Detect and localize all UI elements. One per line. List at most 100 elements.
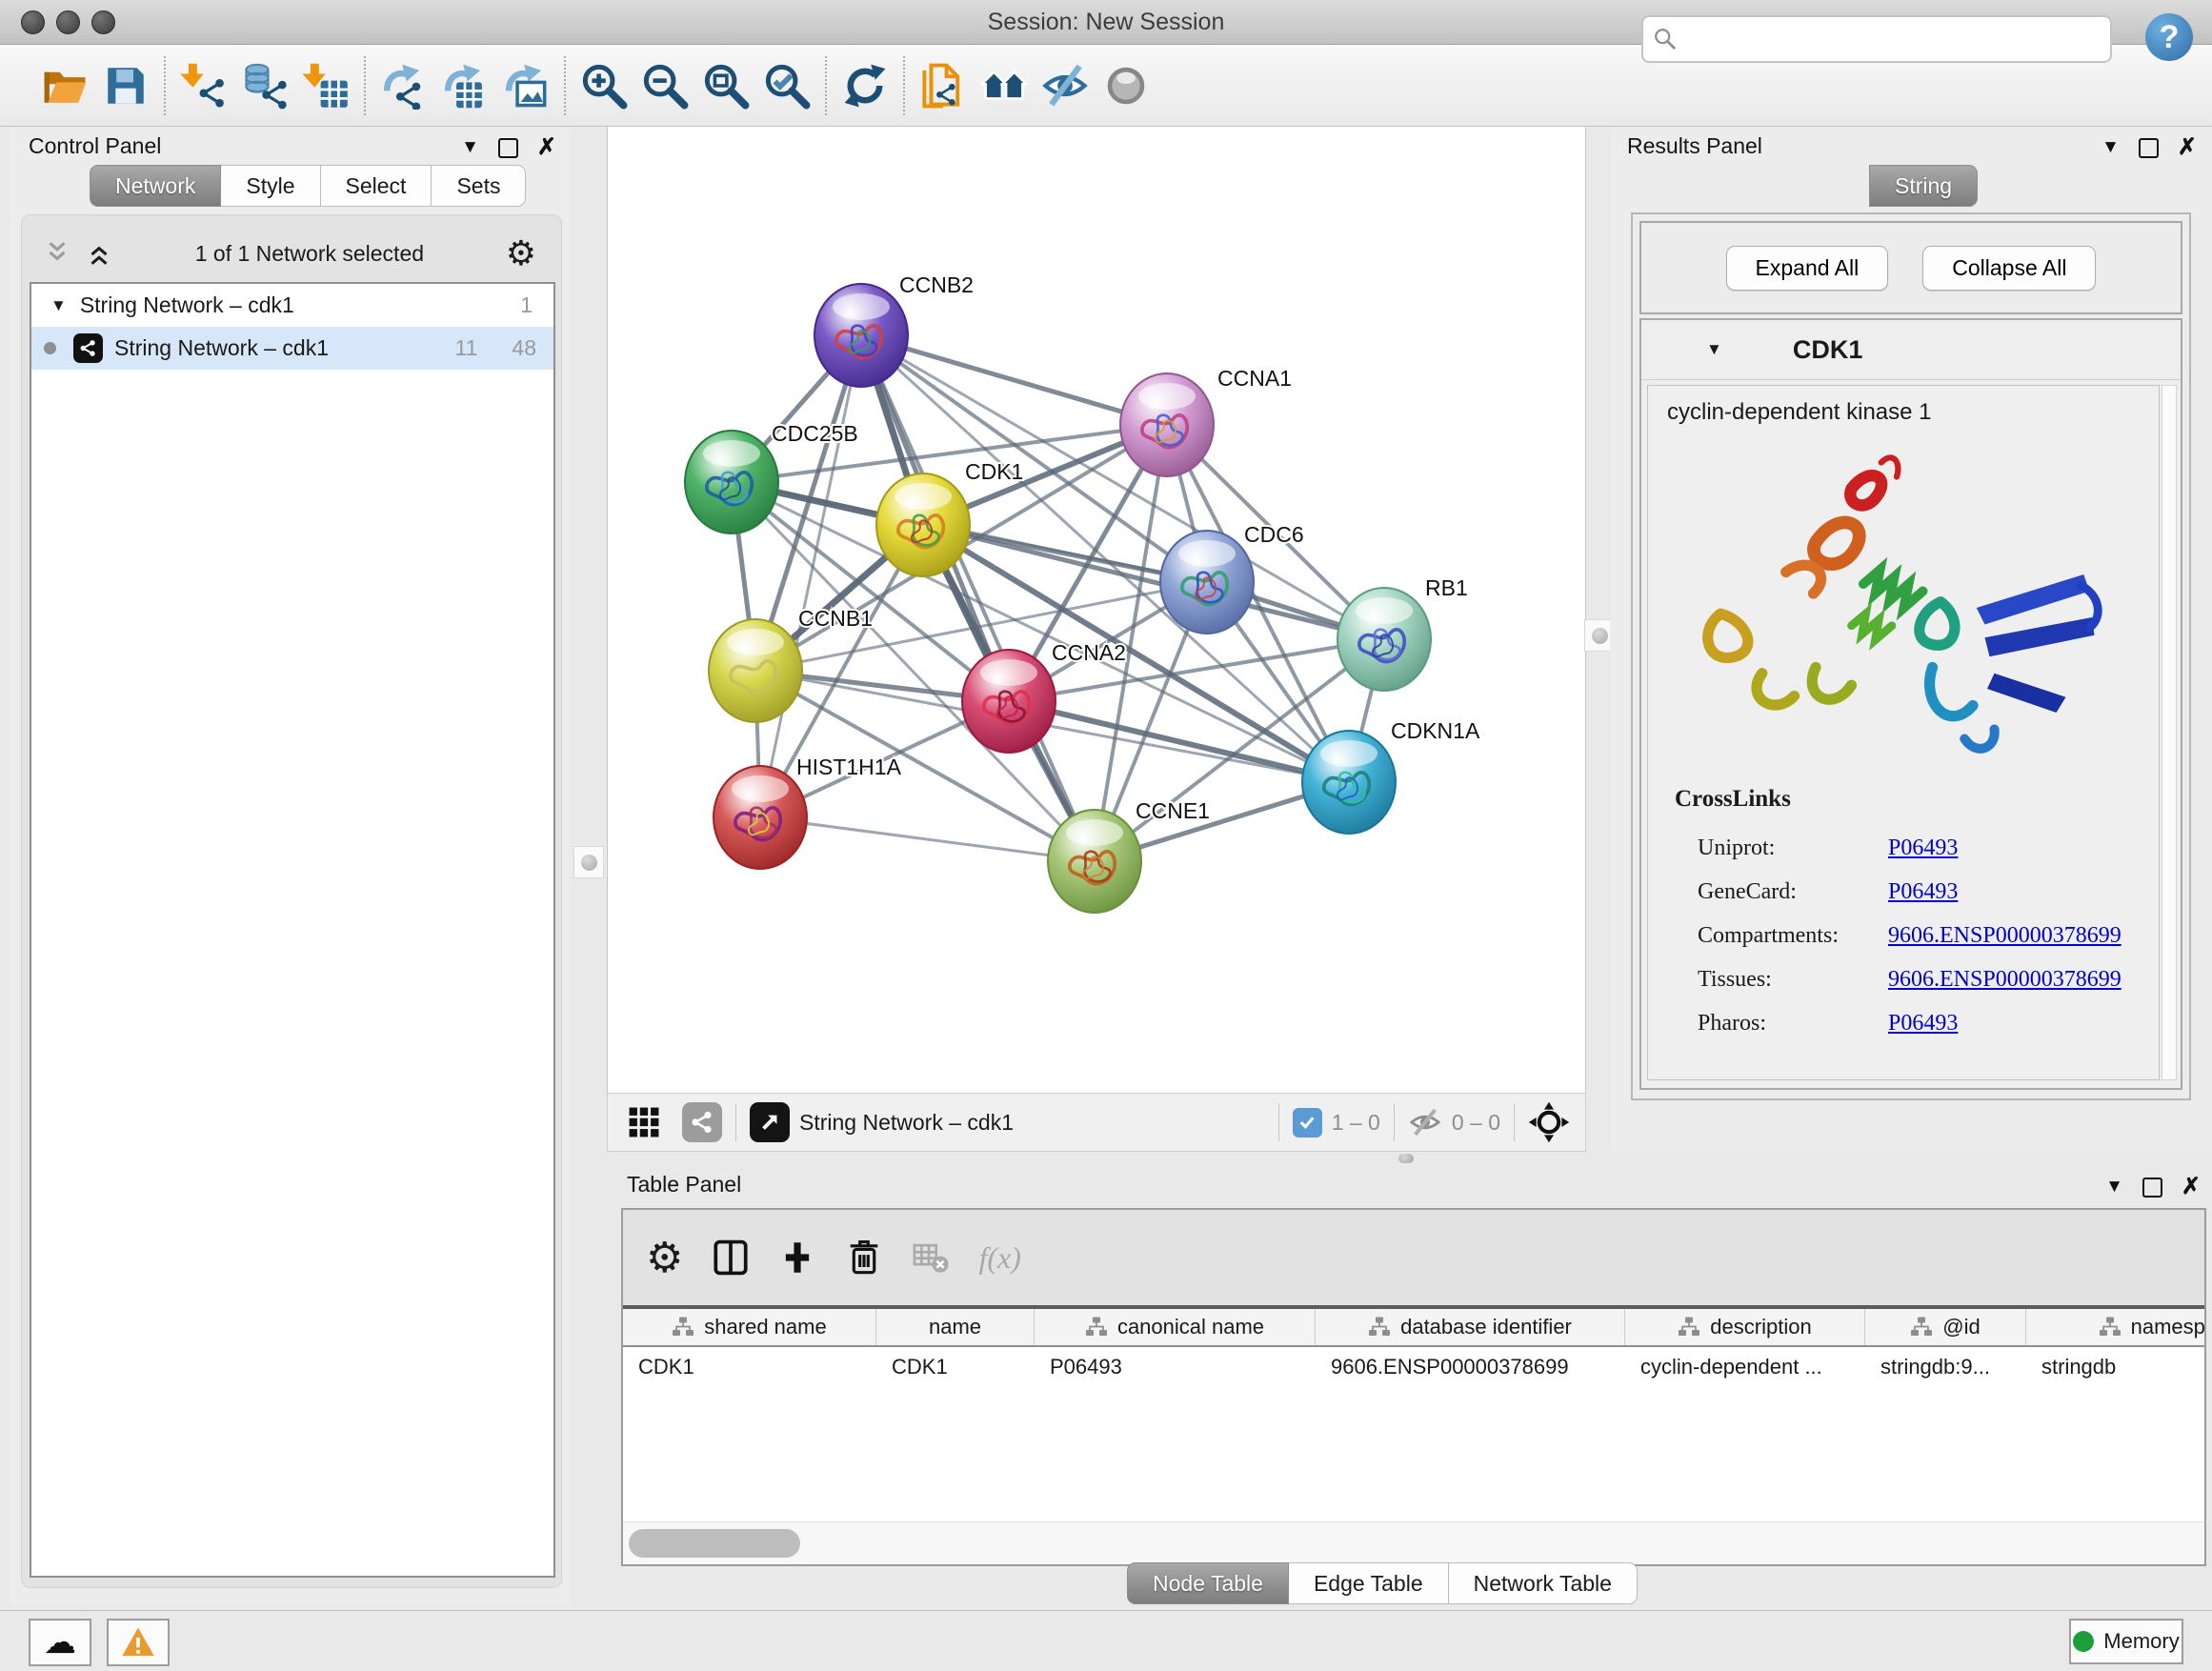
node-CCNB1[interactable]: CCNB1 <box>709 606 873 722</box>
import-table-file-button[interactable] <box>295 55 356 116</box>
column-header-name[interactable]: name <box>876 1309 1035 1345</box>
search-input[interactable] <box>1687 26 2110 52</box>
crosslink-link[interactable]: 9606.ENSP00000378699 <box>1888 923 2122 949</box>
node-CDC6[interactable]: CDC6 <box>1160 522 1304 634</box>
eye-slash-button[interactable] <box>1035 55 1096 116</box>
collapse-all-button[interactable]: Collapse All <box>1922 246 2096 291</box>
left-splitter-handle[interactable] <box>573 846 604 878</box>
network-share-badge-icon[interactable] <box>682 1102 722 1142</box>
node-section-expander-icon[interactable]: ▼ <box>1706 340 1722 359</box>
column-header-shared-name[interactable]: shared name <box>623 1309 876 1345</box>
table-cell[interactable]: stringdb:9... <box>1865 1347 2026 1387</box>
node-HIST1H1A[interactable]: HIST1H1A <box>714 755 902 869</box>
column-type-icon <box>1085 1316 1108 1339</box>
table-panel-header: Table Panel ▼ ✗ <box>621 1170 2202 1204</box>
tab-select[interactable]: Select <box>321 165 432 207</box>
results-panel-collapse-icon[interactable]: ▼ <box>2101 137 2120 158</box>
node-CDK1[interactable]: CDK1 <box>876 459 1023 576</box>
results-panel-close-icon[interactable]: ✗ <box>2178 136 2197 159</box>
table-cell[interactable]: CDK1 <box>623 1347 876 1387</box>
table-row[interactable]: CDK1CDK1P064939606.ENSP00000378699cyclin… <box>623 1347 2204 1387</box>
expand-all-networks-icon[interactable] <box>85 239 113 268</box>
zoom-out-button[interactable] <box>634 55 695 116</box>
crosslink-link[interactable]: P06493 <box>1888 879 1958 905</box>
column-header-namespace[interactable]: namespace <box>2026 1309 2204 1345</box>
table-panel-float-icon[interactable] <box>2142 1178 2162 1198</box>
import-network-database-button[interactable] <box>234 55 295 116</box>
collapse-all-networks-icon[interactable] <box>43 239 71 268</box>
column-header-canonical-name[interactable]: canonical name <box>1035 1309 1316 1345</box>
grid-view-icon[interactable] <box>627 1105 661 1139</box>
node-CDKN1A[interactable]: CDKN1A <box>1302 718 1480 834</box>
search-field[interactable] <box>1641 15 2112 63</box>
table-options-gear-icon[interactable]: ⚙ <box>646 1234 683 1282</box>
memory-button[interactable]: Memory <box>2069 1619 2183 1664</box>
crosslink-link[interactable]: 9606.ENSP00000378699 <box>1888 967 2122 993</box>
protein-structure-image <box>1673 441 2149 775</box>
control-panel-float-icon[interactable] <box>498 138 518 158</box>
birds-eye-crosshair-icon[interactable] <box>1528 1101 1570 1143</box>
import-network-file-button[interactable] <box>173 55 234 116</box>
crosslink-link[interactable]: P06493 <box>1888 836 1958 861</box>
help-button[interactable]: ? <box>2145 13 2193 61</box>
column-header-description[interactable]: description <box>1625 1309 1865 1345</box>
collection-expander-icon[interactable]: ▼ <box>50 296 67 315</box>
table-cell[interactable]: P06493 <box>1035 1347 1316 1387</box>
detach-view-icon[interactable] <box>750 1102 790 1142</box>
tab-network-table[interactable]: Network Table <box>1449 1562 1638 1604</box>
table-scrollbar-thumb[interactable] <box>629 1529 800 1558</box>
export-image-button[interactable] <box>495 55 556 116</box>
control-panel-collapse-icon[interactable]: ▼ <box>461 137 479 158</box>
tab-style[interactable]: Style <box>221 165 320 207</box>
table-cell[interactable]: stringdb <box>2026 1347 2204 1387</box>
export-table-button[interactable] <box>434 55 495 116</box>
crosslink-link[interactable]: P06493 <box>1888 1011 1958 1037</box>
tab-string[interactable]: String <box>1869 165 1978 207</box>
table-panel-close-icon[interactable]: ✗ <box>2182 1176 2201 1198</box>
node-CCNA1[interactable]: CCNA1 <box>1120 366 1292 476</box>
column-header-database-identifier[interactable]: database identifier <box>1316 1309 1625 1345</box>
export-network-button[interactable] <box>373 55 434 116</box>
cloud-status-button[interactable]: ☁ <box>29 1619 91 1666</box>
table-cell[interactable]: cyclin-dependent ... <box>1625 1347 1865 1387</box>
control-panel-close-icon[interactable]: ✗ <box>537 136 556 159</box>
double-home-button[interactable] <box>974 55 1035 116</box>
tab-node-table[interactable]: Node Table <box>1127 1562 1289 1604</box>
expand-all-button[interactable]: Expand All <box>1726 246 1889 291</box>
table-cell[interactable]: 9606.ENSP00000378699 <box>1316 1347 1625 1387</box>
document-share-icon <box>919 62 967 110</box>
node-RB1[interactable]: RB1 <box>1337 575 1468 691</box>
add-column-icon[interactable] <box>778 1238 816 1277</box>
refresh-button[interactable] <box>835 55 895 116</box>
zoom-fit-button[interactable] <box>695 55 756 116</box>
node-label-CCNB1: CCNB1 <box>798 606 873 631</box>
tab-network[interactable]: Network <box>90 165 221 207</box>
zoom-in-button[interactable] <box>573 55 634 116</box>
network-row-selected[interactable]: String Network – cdk1 11 48 <box>31 327 553 370</box>
network-options-gear-icon[interactable]: ⚙ <box>506 233 536 273</box>
zoom-in-icon <box>580 62 628 110</box>
tab-edge-table[interactable]: Edge Table <box>1289 1562 1449 1604</box>
open-file-button[interactable] <box>34 55 95 116</box>
tab-sets[interactable]: Sets <box>432 165 526 207</box>
show-columns-icon[interactable] <box>712 1238 750 1277</box>
results-scrollbar[interactable] <box>2162 385 2177 1080</box>
node-CCNB2[interactable]: CCNB2 <box>814 272 974 387</box>
network-canvas[interactable]: CCNB2CCNA1CDC25BCDK1CDC6RB1CCNB1CCNA2CDK… <box>607 127 1586 1093</box>
save-session-button[interactable] <box>95 55 156 116</box>
eye-gray-button[interactable] <box>1096 55 1156 116</box>
hidden-eye-slash-icon[interactable] <box>1408 1105 1442 1139</box>
zoom-selected-button[interactable] <box>756 55 817 116</box>
results-panel-float-icon[interactable] <box>2139 138 2159 158</box>
table-horizontal-scrollbar[interactable] <box>623 1521 2204 1564</box>
table-cell[interactable]: CDK1 <box>876 1347 1035 1387</box>
warning-status-button[interactable] <box>107 1619 170 1666</box>
delete-column-trash-icon[interactable] <box>845 1238 883 1277</box>
network-collection-row[interactable]: ▼ String Network – cdk1 1 <box>31 284 553 327</box>
selected-checkbox-icon[interactable] <box>1293 1108 1322 1137</box>
horizontal-splitter-handle[interactable] <box>1398 1154 1414 1163</box>
table-panel-collapse-icon[interactable]: ▼ <box>2105 1177 2123 1198</box>
document-share-button[interactable] <box>913 55 974 116</box>
node-CCNE1[interactable]: CCNE1 <box>1048 798 1210 913</box>
column-header--id[interactable]: @id <box>1865 1309 2026 1345</box>
